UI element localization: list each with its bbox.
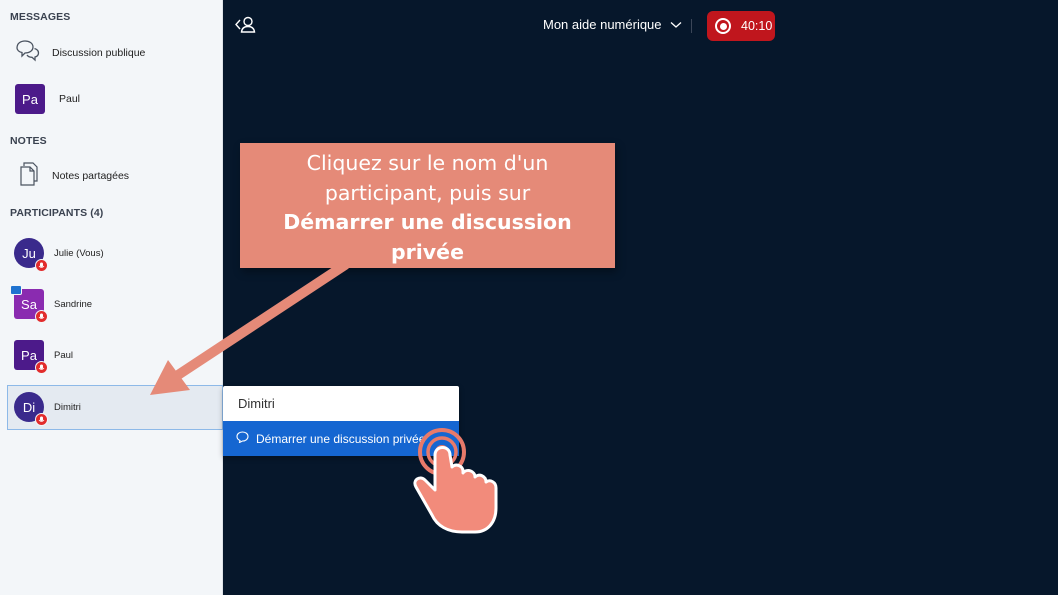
participants-section-title: PARTICIPANTS (4) (10, 207, 104, 219)
participant-name: Paul (54, 349, 74, 361)
avatar-initials: Di (22, 399, 36, 415)
mic-muted-icon (35, 310, 48, 323)
document-icon (20, 161, 40, 191)
back-user-icon[interactable] (234, 15, 258, 40)
participant-row[interactable]: Sa Sandrine (0, 285, 223, 323)
menu-participant-name: Dimitri (238, 396, 275, 411)
public-chat-label: Discussion publique (52, 47, 146, 59)
callout-line: Cliquez sur le nom d'un (306, 151, 549, 175)
private-chat-label: Paul (59, 93, 81, 105)
mic-muted-icon (35, 361, 48, 374)
participant-name: Sandrine (54, 298, 93, 310)
avatar-initials: Pa (21, 347, 37, 363)
participant-row[interactable]: Ju Julie (Vous) (0, 238, 223, 272)
sidebar: MESSAGES Discussion publique Pa Paul NOT… (0, 0, 223, 595)
callout-bold-line: privée (391, 239, 464, 264)
participant-row[interactable]: Di Dimitri (0, 392, 223, 426)
start-private-chat-button[interactable]: Démarrer une discussion privée (223, 421, 459, 456)
recording-button[interactable]: 40:10 (707, 11, 775, 41)
avatar: Ju (14, 238, 48, 272)
callout-bold-line: Démarrer une discussion (283, 210, 572, 234)
participant-name: Julie (Vous) (54, 247, 104, 259)
avatar: Sa (10, 285, 48, 323)
recording-time: 40:10 (741, 19, 773, 33)
avatar: Di (14, 392, 48, 426)
avatar-initials: Sa (21, 296, 37, 312)
topbar-divider (691, 19, 692, 33)
record-icon (715, 18, 731, 34)
participant-context-menu: Dimitri Démarrer une discussion privée (223, 386, 459, 456)
public-chat-item[interactable]: Discussion publique (0, 38, 223, 68)
mic-muted-icon (35, 259, 48, 272)
instruction-callout: Cliquez sur le nom d'un participant, pui… (240, 143, 615, 268)
messages-section-title: MESSAGES (10, 11, 71, 23)
callout-line: participant, puis sur (324, 180, 531, 205)
private-chat-item[interactable]: Pa Paul (0, 84, 223, 114)
avatar: Pa (14, 340, 48, 374)
chevron-down-icon (670, 17, 682, 32)
room-title-dropdown[interactable]: Mon aide numérique (543, 17, 682, 32)
avatar: Pa (15, 84, 45, 114)
room-title: Mon aide numérique (543, 17, 662, 32)
mic-muted-icon (35, 413, 48, 426)
chat-bubble-icon (236, 431, 249, 446)
notes-section-title: NOTES (10, 135, 47, 147)
avatar-initials: Ju (22, 245, 36, 261)
screen-share-icon (10, 285, 22, 295)
avatar-initials: Pa (22, 91, 38, 107)
shared-notes-item[interactable]: Notes partagées (0, 161, 223, 191)
participant-row[interactable]: Pa Paul (0, 340, 223, 374)
start-private-chat-label: Démarrer une discussion privée (256, 431, 426, 446)
participant-name: Dimitri (54, 401, 81, 413)
chat-bubbles-icon (15, 39, 40, 68)
shared-notes-label: Notes partagées (52, 170, 130, 182)
